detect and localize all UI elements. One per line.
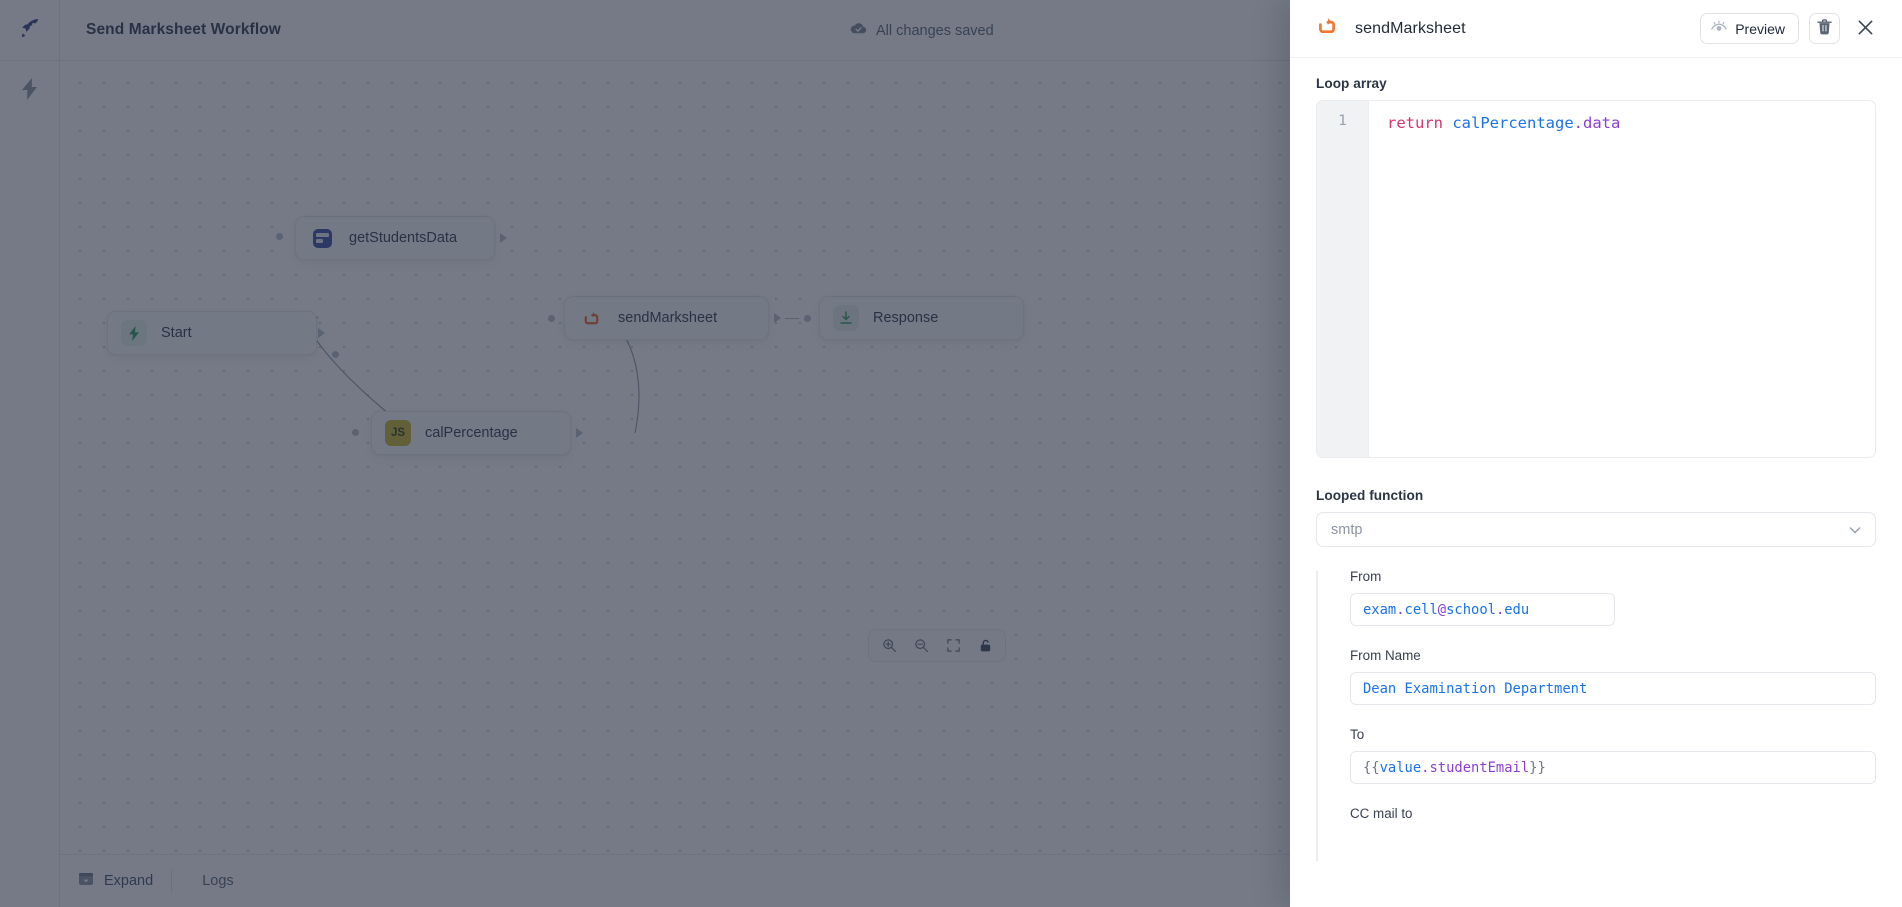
- token: }}: [1529, 760, 1546, 776]
- loop-array-label: Loop array: [1316, 76, 1876, 91]
- node-config-panel: sendMarksheet Preview: [1290, 0, 1902, 907]
- field-from-name: From Name Dean Examination Department: [1350, 648, 1876, 705]
- field-label: CC mail to: [1350, 806, 1876, 821]
- loop-icon: [1316, 15, 1338, 42]
- token: school: [1446, 602, 1496, 618]
- token: .: [1496, 602, 1504, 618]
- field-to: To {{value.studentEmail}}: [1350, 727, 1876, 784]
- token: @: [1438, 602, 1446, 618]
- smtp-fields: From exam.cell@school.edu From Name Dean…: [1316, 569, 1876, 821]
- field-label: From: [1350, 569, 1876, 584]
- looped-function-value: smtp: [1331, 522, 1362, 538]
- token: value: [1380, 760, 1422, 776]
- editor-code[interactable]: return calPercentage.data: [1369, 101, 1875, 457]
- chevron-down-icon: [1847, 522, 1863, 538]
- panel-body[interactable]: Loop array 1 return calPercentage.data L…: [1290, 58, 1902, 907]
- token: exam: [1363, 602, 1396, 618]
- editor-gutter: 1: [1317, 101, 1369, 457]
- eye-icon: [1711, 20, 1727, 37]
- from-input[interactable]: exam.cell@school.edu: [1350, 593, 1615, 626]
- looped-function-label: Looped function: [1316, 488, 1876, 503]
- token: Dean Examination Department: [1363, 681, 1587, 697]
- looped-function-select[interactable]: smtp: [1316, 512, 1876, 547]
- app-root: Start getStudentsData JS: [0, 0, 1902, 907]
- field-cc-mail-to: CC mail to: [1350, 806, 1876, 821]
- close-icon: [1857, 19, 1874, 39]
- panel-title: sendMarksheet: [1355, 20, 1466, 38]
- code-keyword: return: [1387, 114, 1443, 132]
- loop-array-editor[interactable]: 1 return calPercentage.data: [1316, 100, 1876, 458]
- preview-button[interactable]: Preview: [1700, 13, 1799, 44]
- field-label: From Name: [1350, 648, 1876, 663]
- token: .studentEmail: [1421, 760, 1529, 776]
- close-button[interactable]: [1850, 14, 1880, 44]
- token: edu: [1504, 602, 1529, 618]
- delete-button[interactable]: [1809, 13, 1840, 44]
- to-input[interactable]: {{value.studentEmail}}: [1350, 751, 1876, 784]
- code-identifier: calPercentage: [1452, 114, 1573, 132]
- field-from: From exam.cell@school.edu: [1350, 569, 1876, 626]
- token: cell: [1405, 602, 1438, 618]
- from-name-input[interactable]: Dean Examination Department: [1350, 672, 1876, 705]
- panel-header-actions: Preview: [1700, 13, 1880, 44]
- token: {{: [1363, 760, 1380, 776]
- code-property: .data: [1574, 114, 1621, 132]
- panel-header: sendMarksheet Preview: [1290, 0, 1902, 58]
- code-space: [1443, 114, 1452, 132]
- field-label: To: [1350, 727, 1876, 742]
- trash-icon: [1817, 19, 1832, 38]
- preview-label: Preview: [1735, 21, 1785, 37]
- token: .: [1396, 602, 1404, 618]
- spacer: [1316, 458, 1876, 488]
